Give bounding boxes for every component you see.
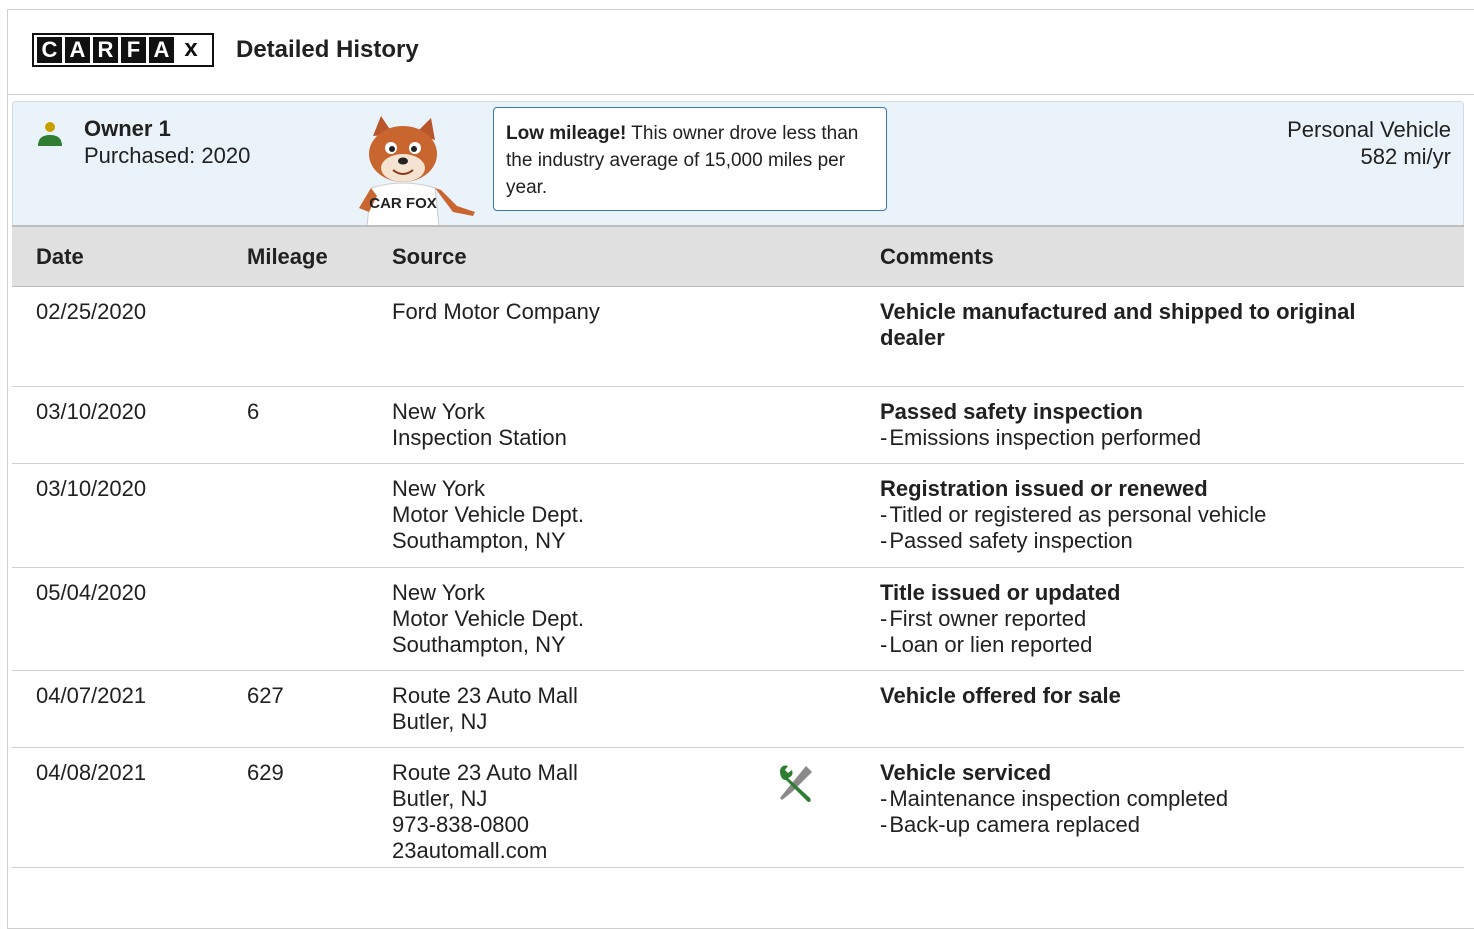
cell-comments: Title issued or updated First owner repo… [856,567,1464,671]
table-row: 04/08/2021 629 Route 23 Auto Mall Butler… [12,747,1464,868]
cell-comments: Passed safety inspection Emissions inspe… [856,386,1464,464]
table-row: 03/10/2020 6 New York Inspection Station… [12,386,1464,464]
logo-letter: x [184,35,198,62]
header-source: Source [368,225,752,287]
cell-date: 04/08/2021 [12,747,223,868]
source-line: Route 23 Auto Mall [392,683,578,708]
cell-source: Ford Motor Company [368,286,752,387]
comment-item: First owner reported [880,606,1464,632]
source-line: Inspection Station [392,425,567,450]
cell-icon [752,386,856,464]
source-line: Southampton, NY [392,632,566,657]
owner-name: Owner 1 [84,116,171,141]
low-mileage-callout: Low mileage! This owner drove less than … [493,107,887,211]
logo-letter: F [121,37,146,63]
cell-mileage: 6 [223,386,368,464]
cell-date: 02/25/2020 [12,286,223,387]
cell-comments: Vehicle offered for sale [856,670,1464,748]
table-row: 04/07/2021 627 Route 23 Auto Mall Butler… [12,670,1464,748]
header-date: Date [12,225,223,287]
cell-icon [752,286,856,387]
cell-date: 05/04/2020 [12,567,223,671]
cell-source: New York Inspection Station [368,386,752,464]
owner-usage-summary: Personal Vehicle 582 mi/yr [1287,116,1451,170]
history-table: Date Mileage Source Comments 02/25/2020 … [12,225,1464,868]
source-line: Motor Vehicle Dept. [392,502,584,527]
header-comments: Comments [856,225,1464,287]
cell-icon [752,567,856,671]
comment-item: Passed safety inspection [880,528,1464,554]
owner-purchased: Purchased: 2020 [84,143,251,168]
comment-title: Vehicle offered for sale [880,683,1121,708]
page-title: Detailed History [236,36,419,63]
cell-source: New York Motor Vehicle Dept. Southampton… [368,567,752,671]
comment-title: Registration issued or renewed [880,476,1208,501]
cell-comments: Registration issued or renewed Titled or… [856,463,1464,568]
source-line: 973-838-0800 [392,812,530,837]
miles-per-year: 582 mi/yr [1360,144,1451,169]
source-line: Butler, NJ [392,709,488,734]
cell-comments: Vehicle manufactured and shipped to orig… [856,286,1464,387]
report-header: C A R F A x Detailed History [8,10,1474,95]
owner-summary-panel: Owner 1 Purchased: 2020 CAR FOX Low mile… [12,101,1464,226]
cell-comments: Vehicle serviced Maintenance inspection … [856,747,1464,868]
table-row: 02/25/2020 Ford Motor Company Vehicle ma… [12,286,1464,387]
person-icon [38,122,62,146]
source-line: Butler, NJ [392,786,488,811]
comment-title: Passed safety inspection [880,399,1143,424]
cell-icon [752,463,856,568]
cell-mileage: 629 [223,747,368,868]
header-mileage: Mileage [223,225,368,287]
cell-source: Route 23 Auto Mall Butler, NJ 973-838-08… [368,747,752,868]
comment-item: Loan or lien reported [880,632,1464,658]
logo-letter: R [93,37,118,63]
comment-item: Emissions inspection performed [880,425,1464,451]
cell-date: 03/10/2020 [12,463,223,568]
logo-letter: C [37,37,62,63]
comment-item: Maintenance inspection completed [880,786,1464,812]
source-line: Motor Vehicle Dept. [392,606,584,631]
header-icon-spacer [752,225,856,287]
comment-title: Title issued or updated [880,580,1121,605]
table-header-row: Date Mileage Source Comments [12,225,1464,287]
vehicle-type: Personal Vehicle [1287,117,1451,142]
source-line: Ford Motor Company [392,299,600,324]
carfox-mascot-icon: CAR FOX [359,116,475,226]
cell-mileage [223,286,368,387]
source-line: New York [392,580,485,605]
cell-source: New York Motor Vehicle Dept. Southampton… [368,463,752,568]
cell-icon [752,670,856,748]
cell-mileage [223,463,368,568]
cell-date: 03/10/2020 [12,386,223,464]
comment-title: Vehicle serviced [880,760,1052,785]
source-line: 23automall.com [392,838,548,863]
cell-source: Route 23 Auto Mall Butler, NJ [368,670,752,748]
source-line: Southampton, NY [392,528,566,553]
cell-date: 04/07/2021 [12,670,223,748]
source-line: New York [392,399,485,424]
cell-mileage: 627 [223,670,368,748]
source-line: Route 23 Auto Mall [392,760,578,785]
comment-title: Vehicle manufactured and shipped to orig… [880,299,1356,350]
source-line: New York [392,476,485,501]
callout-heading: Low mileage! [506,123,627,144]
table-row: 03/10/2020 New York Motor Vehicle Dept. … [12,463,1464,568]
comment-item: Titled or registered as personal vehicle [880,502,1464,528]
comment-item: Back-up camera replaced [880,812,1464,838]
logo-letter: A [65,37,90,63]
fox-shirt-text: CAR FOX [369,195,437,212]
carfax-logo: C A R F A x [32,33,214,67]
cell-icon [752,747,856,868]
table-row: 05/04/2020 New York Motor Vehicle Dept. … [12,567,1464,671]
logo-letter: A [149,37,174,63]
wrench-screwdriver-icon [780,765,812,802]
cell-mileage [223,567,368,671]
